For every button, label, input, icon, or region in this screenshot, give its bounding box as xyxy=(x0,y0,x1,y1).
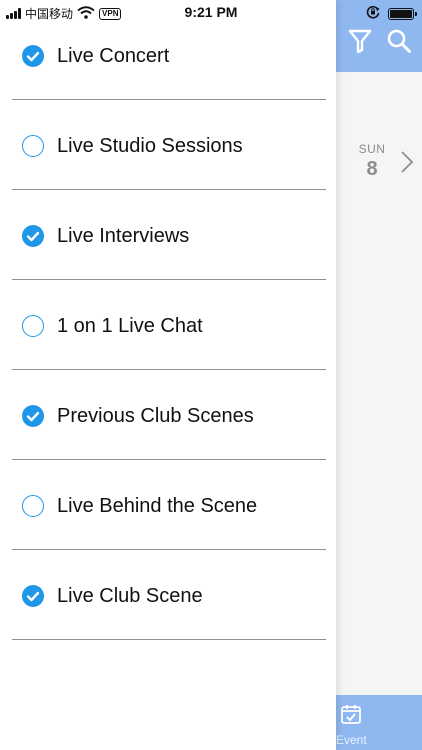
date-day: SUN xyxy=(358,142,386,156)
filter-panel: Live Concert Live Studio Sessions Live I… xyxy=(0,0,336,750)
unchecked-icon[interactable] xyxy=(22,495,44,517)
footer-label[interactable]: Event xyxy=(336,733,367,747)
checked-icon[interactable] xyxy=(22,585,44,607)
chevron-right-icon[interactable] xyxy=(400,150,414,179)
list-item[interactable]: Live Interviews xyxy=(0,190,336,280)
filter-list: Live Concert Live Studio Sessions Live I… xyxy=(0,10,336,640)
list-item[interactable]: Live Behind the Scene xyxy=(0,460,336,550)
header-actions xyxy=(348,28,412,54)
list-item[interactable]: Live Studio Sessions xyxy=(0,100,336,190)
unchecked-icon[interactable] xyxy=(22,315,44,337)
date-display: SUN 8 xyxy=(352,142,392,181)
calendar-check-icon[interactable] xyxy=(340,703,362,730)
checked-icon[interactable] xyxy=(22,225,44,247)
list-item[interactable]: Previous Club Scenes xyxy=(0,370,336,460)
list-item-label: Live Club Scene xyxy=(57,585,203,607)
unchecked-icon[interactable] xyxy=(22,135,44,157)
battery-icon xyxy=(388,7,417,20)
list-item-label: 1 on 1 Live Chat xyxy=(57,315,203,337)
orientation-lock-icon xyxy=(366,5,380,22)
list-item-label: Previous Club Scenes xyxy=(57,405,254,427)
status-right xyxy=(366,5,417,22)
list-item[interactable]: 1 on 1 Live Chat xyxy=(0,280,336,370)
list-item-label: Live Interviews xyxy=(57,225,190,247)
list-item-label: Live Behind the Scene xyxy=(57,495,258,517)
date-number: 8 xyxy=(366,158,378,180)
status-time: 9:21 PM xyxy=(184,4,238,20)
list-item[interactable]: Live Club Scene xyxy=(0,550,336,640)
checked-icon[interactable] xyxy=(22,405,44,427)
list-item-label: Live Concert xyxy=(57,45,170,67)
divider xyxy=(12,639,326,640)
list-item-label: Live Studio Sessions xyxy=(57,135,243,157)
checked-icon[interactable] xyxy=(22,45,44,67)
filter-icon[interactable] xyxy=(348,28,372,54)
search-icon[interactable] xyxy=(386,28,412,54)
status-bar: 中国移动 VPN 9:21 PM xyxy=(0,0,422,24)
